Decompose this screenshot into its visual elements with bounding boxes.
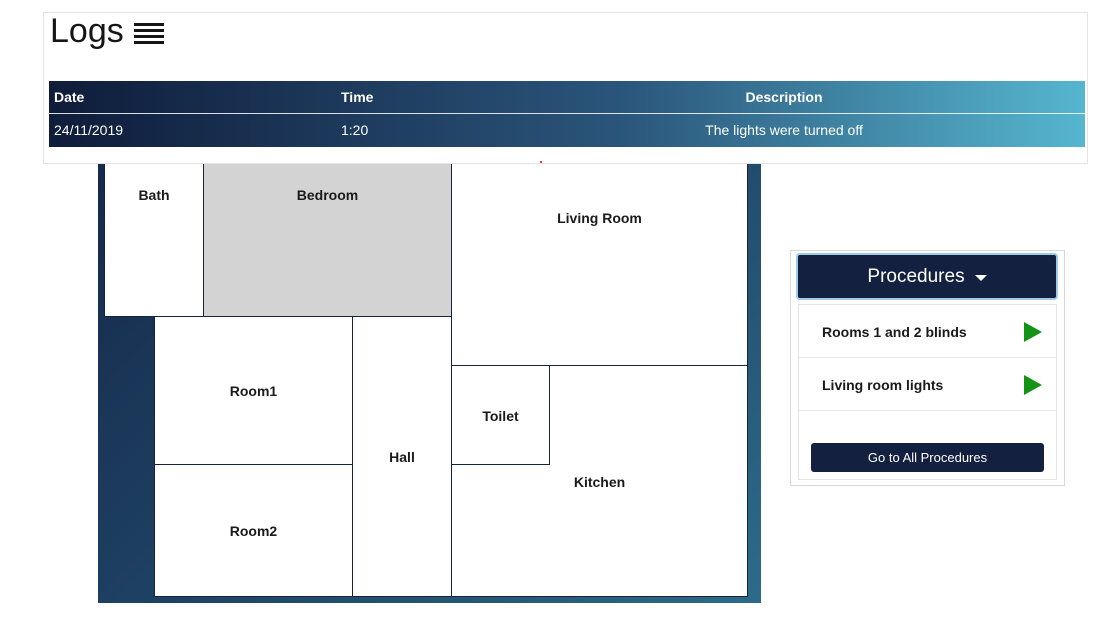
- log-time: 1:20: [341, 122, 369, 138]
- procedure-label: Rooms 1 and 2 blinds: [822, 324, 967, 340]
- play-icon[interactable]: [1024, 375, 1042, 395]
- procedures-panel: Procedures Rooms 1 and 2 blinds Living r…: [790, 250, 1065, 486]
- list-item[interactable]: Living room lights: [799, 358, 1056, 411]
- logs-table: Date Time Description 24/11/2019 1:20 Th…: [49, 81, 1085, 147]
- room-living-room-label: Living Room: [557, 210, 642, 226]
- room-bath-label: Bath: [138, 187, 170, 203]
- room-living-room[interactable]: Living Room: [451, 150, 748, 366]
- caret-down-icon: [974, 274, 987, 281]
- column-header-date: Date: [54, 89, 85, 105]
- room-toilet[interactable]: Toilet: [451, 365, 550, 465]
- room-room1[interactable]: Room1: [154, 316, 353, 465]
- room-room1-label: Room1: [229, 383, 278, 399]
- room-kitchen-label: Kitchen: [573, 474, 626, 490]
- room-hall[interactable]: Hall: [352, 316, 452, 597]
- procedures-dropdown-button[interactable]: Procedures: [796, 253, 1058, 300]
- log-date: 24/11/2019: [54, 122, 124, 138]
- menu-icon[interactable]: [133, 23, 164, 44]
- room-toilet-label: Toilet: [482, 408, 519, 424]
- room-room2-label: Room2: [229, 523, 278, 539]
- list-item[interactable]: Rooms 1 and 2 blinds: [799, 305, 1056, 358]
- go-to-all-procedures-button[interactable]: Go to All Procedures: [811, 443, 1044, 472]
- logs-panel: Logs Date Time Description 24/11/2019 1:…: [43, 12, 1088, 164]
- logs-title: Logs: [50, 12, 124, 50]
- play-icon[interactable]: [1024, 322, 1042, 342]
- room-hall-label: Hall: [389, 449, 415, 465]
- room-room2[interactable]: Room2: [154, 464, 353, 597]
- column-header-time: Time: [341, 89, 374, 105]
- procedures-title: Procedures: [867, 265, 965, 287]
- column-header-description: Description: [745, 89, 823, 105]
- procedures-list: Rooms 1 and 2 blinds Living room lights …: [798, 304, 1057, 480]
- room-bedroom-label: Bedroom: [296, 187, 359, 203]
- logs-table-header: Date Time Description: [49, 81, 1085, 114]
- log-description: The lights were turned off: [705, 122, 863, 138]
- table-row: 24/11/2019 1:20 The lights were turned o…: [49, 114, 1085, 146]
- marker-dot: [540, 161, 542, 163]
- procedure-label: Living room lights: [822, 377, 944, 393]
- room-bedroom[interactable]: Bedroom: [203, 150, 452, 317]
- logs-heading: Logs: [50, 12, 164, 51]
- room-bath[interactable]: Bath: [104, 150, 204, 317]
